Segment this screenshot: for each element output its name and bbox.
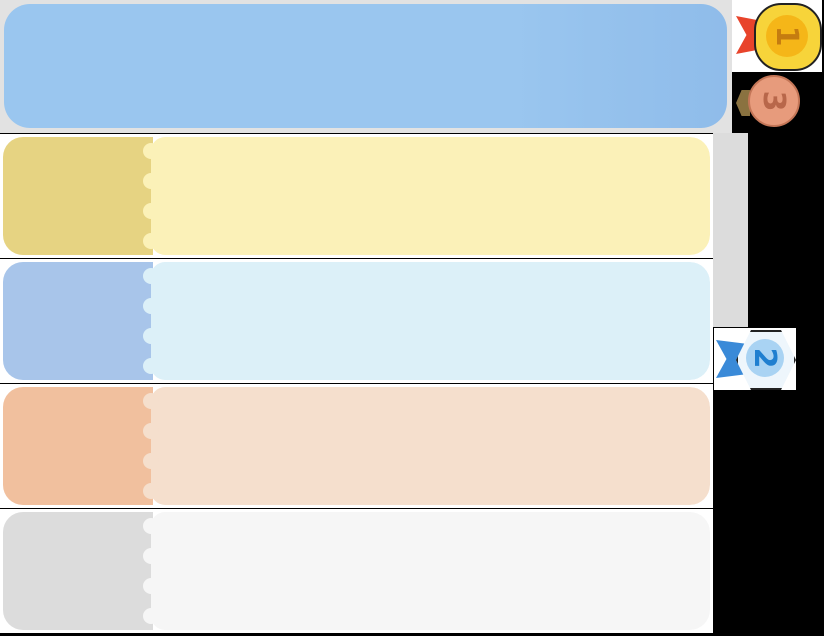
row-tab (3, 262, 153, 380)
row-body (143, 262, 710, 380)
row-tab (3, 137, 153, 255)
row-panel-orange (0, 384, 713, 508)
row-tab (3, 387, 153, 505)
bronze-medal: 3 (748, 75, 800, 127)
header-panel-frame (0, 0, 732, 133)
rank-number: 1 (766, 15, 808, 57)
silver-medal: 2 (714, 328, 796, 390)
row-body (143, 512, 710, 630)
row-body (143, 137, 710, 255)
gold-medal: 1 (732, 0, 822, 72)
header-banner (4, 4, 727, 128)
row-panel-gray (0, 509, 713, 633)
row-panel-yellow (0, 134, 713, 258)
scrollbar-track[interactable] (713, 133, 748, 327)
row-body (143, 387, 710, 505)
rank-number: 2 (746, 339, 784, 377)
row-panel-blue (0, 259, 713, 383)
row-tab (3, 512, 153, 630)
